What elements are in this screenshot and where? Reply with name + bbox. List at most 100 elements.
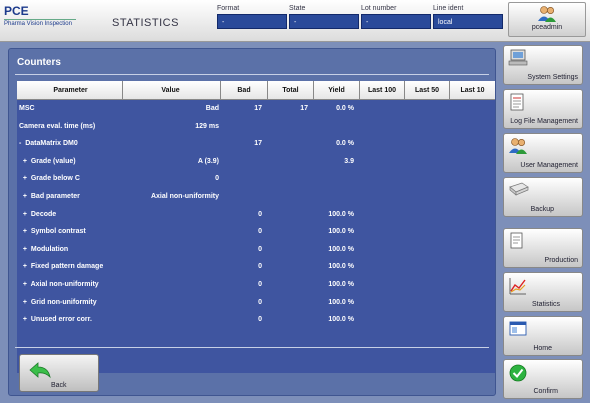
column-header-last-10[interactable]: Last 10 [450,81,495,100]
last-10-cell [450,118,495,136]
checkmark-icon [508,363,528,385]
total-cell [268,118,314,136]
total-cell [268,170,314,188]
table-row[interactable]: + Modulation 0 100.0 % [17,241,495,259]
parameter-cell: - DataMatrix DM0 [19,140,78,148]
lot-number-value: - [361,14,431,29]
parameter-cell: + Grade below C [19,175,80,183]
table-row[interactable]: + Decode 0 100.0 % [17,206,495,224]
last-10-cell [450,311,495,329]
last-100-cell [360,170,405,188]
sidebar-item-home[interactable]: Home [503,316,583,356]
yield-cell: 100.0 % [328,228,354,236]
last-50-cell [405,188,450,206]
parameter-cell: + Grade (value) [19,157,76,165]
last-10-cell [450,294,495,312]
table-row[interactable]: + Axial non-uniformity 0 100.0 % [17,276,495,294]
table-row[interactable]: MSC Bad 17 17 0.0 % [17,100,495,118]
state-value: - [289,14,359,29]
column-header-yield[interactable]: Yield [314,81,360,100]
sidebar-item-statistics[interactable]: Statistics [503,272,583,312]
back-button-label: Back [51,382,67,389]
parameter-cell: + Bad parameter [19,192,80,200]
yield-cell [314,170,360,188]
sidebar-item-system-settings[interactable]: System Settings [503,45,583,85]
computer-icon [508,49,528,69]
table-row[interactable]: + Fixed pattern damage 0 100.0 % [17,258,495,276]
header-bar: PCE Pharma Vision Inspection STATISTICS … [0,0,590,42]
last-100-cell [360,100,405,118]
column-header-value[interactable]: Value [123,81,221,100]
table-row[interactable]: + Grid non-uniformity 0 100.0 % [17,294,495,312]
column-header-last-100[interactable]: Last 100 [360,81,405,100]
divider [15,347,489,348]
last-50-cell [405,100,450,118]
users-icon [509,5,585,25]
table-row[interactable]: + Unused error corr. 0 100.0 % [17,311,495,329]
last-10-cell [450,206,495,224]
last-10-cell [450,153,495,171]
logo-sub-text: Pharma Vision Inspection [4,19,76,27]
table-row[interactable]: - DataMatrix DM0 17 0.0 % [17,135,495,153]
sidebar-item-label: System Settings [527,74,578,81]
sidebar-item-user-management[interactable]: User Management [503,133,583,173]
bad-cell: 0 [258,245,262,253]
value-cell: Axial non-uniformity [150,192,219,200]
sidebar-item-label: Confirm [533,388,558,395]
bad-cell [221,118,268,136]
format-label: Format [217,5,240,12]
back-arrow-icon [29,362,51,379]
table-row[interactable]: + Grade below C 0 [17,170,495,188]
sidebar-item-log-file-management[interactable]: Log File Management [503,89,583,129]
last-10-cell [450,241,495,259]
value-cell [123,294,221,312]
value-cell [123,241,221,259]
last-50-cell [405,118,450,136]
counters-panel: Counters Parameter Value Bad Total Yield… [8,48,496,396]
backup-icon [508,181,530,199]
sidebar-item-label: Production [544,257,578,264]
value-cell [123,135,221,153]
parameter-cell: + Symbol contrast [19,228,86,236]
sidebar-item-backup[interactable]: Backup [503,177,583,217]
table-row[interactable]: + Bad parameter Axial non-uniformity [17,188,495,206]
last-10-cell [450,188,495,206]
last-10-cell [450,258,495,276]
page-title: STATISTICS [112,17,179,29]
yield-cell: 100.0 % [328,298,354,306]
yield-cell: 0.0 % [336,105,354,112]
column-header-last-50[interactable]: Last 50 [405,81,450,100]
back-button[interactable]: Back [19,354,99,392]
bad-cell: 0 [258,210,262,218]
format-value: - [217,14,287,29]
lot-number-label: Lot number [361,5,397,12]
last-100-cell [360,311,405,329]
table-row[interactable]: + Grade (value) A (3.9) 3.9 [17,153,495,171]
last-50-cell [405,170,450,188]
last-50-cell [405,206,450,224]
last-10-cell [450,135,495,153]
bad-cell: 17 [254,140,262,148]
column-header-bad[interactable]: Bad [221,81,268,100]
column-header-parameter[interactable]: Parameter [17,81,123,100]
column-header-total[interactable]: Total [268,81,314,100]
total-cell [268,188,314,206]
user-button[interactable]: pceadmin [508,2,586,37]
line-ident-field: Line ident local [433,5,503,29]
table-row[interactable]: + Symbol contrast 0 100.0 % [17,223,495,241]
last-100-cell [360,135,405,153]
total-cell [268,294,314,312]
bad-cell: 0 [258,298,262,306]
line-ident-label: Line ident [433,5,464,12]
counters-table: Parameter Value Bad Total Yield Last 100… [17,81,495,373]
bad-cell: 0 [258,316,262,324]
last-50-cell [405,258,450,276]
home-icon [508,320,528,340]
value-cell [123,311,221,329]
sidebar-item-confirm[interactable]: Confirm [503,359,583,399]
last-10-cell [450,223,495,241]
value-cell [123,206,221,224]
last-100-cell [360,241,405,259]
table-row[interactable]: Camera eval. time (ms) 129 ms [17,118,495,136]
sidebar-item-production[interactable]: Production [503,228,583,268]
